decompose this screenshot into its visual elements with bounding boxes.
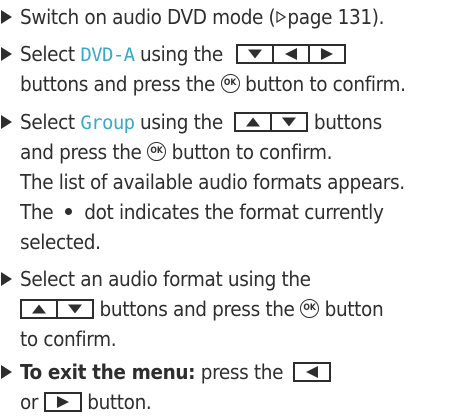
arrow-right-icon xyxy=(321,47,334,60)
arrow-up-icon xyxy=(32,304,46,313)
step-3-line-4: The dot indicates the format currently xyxy=(20,200,384,224)
step-4-line-3: to confirm. xyxy=(20,327,117,351)
bullet-icon xyxy=(1,272,12,286)
arrow-left-icon xyxy=(305,365,318,378)
down-arrow-button xyxy=(270,111,309,132)
step-text: Switch on audio DVD mode ( xyxy=(20,5,276,29)
step-2-line-2: buttons and press the OK button to confi… xyxy=(20,72,406,96)
left-arrow-button xyxy=(272,43,311,64)
bullet-icon xyxy=(1,10,12,24)
arrow-right-icon xyxy=(56,395,69,408)
bullet-icon xyxy=(1,115,12,129)
step-3-line-2: and press the OK button to confirm. xyxy=(20,140,333,164)
bullet-icon xyxy=(1,365,12,379)
right-arrow-button xyxy=(308,43,347,64)
menu-item-group: Group xyxy=(80,112,135,134)
step-5-line-2: or button. xyxy=(20,390,152,414)
ok-button-icon: OK xyxy=(300,299,320,318)
step-3-line-3: The list of available audio formats appe… xyxy=(20,170,405,194)
arrow-down-icon xyxy=(68,304,82,313)
arrow-down-icon xyxy=(248,49,263,58)
arrow-left-icon xyxy=(285,47,298,60)
down-arrow-button xyxy=(236,43,275,64)
page-ref-icon xyxy=(276,10,287,23)
instruction-page: Switch on audio DVD mode (page 131). Sel… xyxy=(0,0,463,417)
right-arrow-button xyxy=(43,391,82,412)
ok-button-icon: OK xyxy=(147,142,167,161)
step-4-line-2: buttons and press the OK button xyxy=(20,294,384,324)
bullet-icon xyxy=(1,47,12,61)
up-arrow-button xyxy=(20,298,58,319)
step-3-line-5: selected. xyxy=(20,230,101,254)
arrow-down-icon xyxy=(282,117,297,126)
left-arrow-button xyxy=(292,361,331,382)
up-arrow-button xyxy=(234,111,273,132)
selected-dot-icon xyxy=(65,208,73,215)
page-reference-link[interactable]: page 131 xyxy=(287,5,372,29)
menu-item-dvd-a: DVD-A xyxy=(80,44,135,66)
down-arrow-button xyxy=(56,298,94,319)
ok-button-icon: OK xyxy=(220,74,240,93)
arrow-up-icon xyxy=(246,117,261,126)
